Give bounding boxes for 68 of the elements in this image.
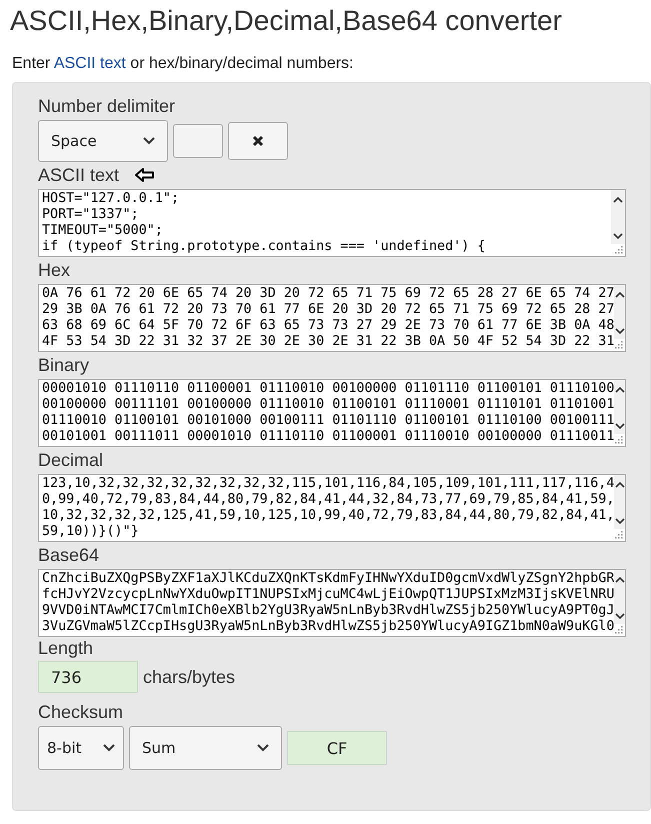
scroll-down-icon[interactable] — [613, 233, 623, 240]
text-area[interactable]: HOST="127.0.0.1"; PORT="1337"; TIMEOUT="5000"; if (typeof String.prototype.contains === 'undefined') { — [38, 189, 626, 257]
scroll-down-icon[interactable] — [614, 328, 625, 335]
field-label: Length — [38, 637, 94, 659]
text-line: if (typeof String.prototype.contains === 'undefined') { — [42, 239, 486, 255]
ascii-text-link[interactable]: ASCII text — [54, 55, 126, 72]
text-line: 0A 76 61 72 20 6E 65 74 20 3D 20 72 65 71 75 69 72 65 28 27 6E 65 74 27 — [42, 286, 614, 302]
scroll-down-icon[interactable] — [614, 613, 625, 620]
scroll-up-icon[interactable] — [614, 576, 625, 583]
bits-select[interactable]: 8-bit — [38, 726, 124, 770]
resize-grip-icon[interactable] — [614, 530, 623, 539]
chevron-down-icon — [103, 744, 115, 752]
text-line: fcHJvY2VzcycpLnNwYXduOwpIT1NUPSIxMjcuMC4wLjEiOwpQT1JUPSIxMzM3IjsKVElNRU — [42, 587, 614, 603]
text-line: TIMEOUT="5000"; — [42, 223, 164, 239]
text-line: 9VVD0iNTAwMCI7CmlmICh0eXBlb2YgU3RyaW5nLnByb3RvdHlwZS5jb250YWlucyA9PT0gJ — [42, 603, 614, 619]
text-area[interactable] — [38, 284, 626, 352]
text-line: 00100000 00111101 00100000 01110010 01100101 01110001 01110101 01101001 — [42, 397, 614, 413]
text-line: 00101001 00111011 00001010 01110110 01100001 01110010 00100000 01110011 — [42, 429, 614, 445]
text-line: 123,10,32,32,32,32,32,32,32,32,115,101,116,84,105,109,101,111,117,116,4 — [42, 476, 614, 492]
text-line: HOST="127.0.0.1"; — [42, 191, 180, 207]
scroll-up-icon[interactable] — [614, 291, 625, 298]
text-area[interactable] — [38, 379, 626, 447]
scroll-up-icon[interactable] — [613, 196, 623, 203]
text-line: 59,10))}()"} — [42, 524, 140, 540]
delimiter-select[interactable]: Space — [38, 120, 168, 162]
chevron-down-icon — [143, 137, 155, 145]
resize-grip-icon[interactable] — [614, 435, 623, 444]
text-line: 10,32,32,32,32,125,41,59,10,125,10,99,40,72,79,83,84,44,80,79,82,84,41, — [42, 508, 614, 524]
resize-grip-icon[interactable] — [614, 625, 623, 634]
text-line: CnZhciBuZXQgPSByZXF1aXJlKCduZXQnKTsKdmFyIHNwYXduID0gcmVxdWlyZSgnY2hpbGR — [42, 571, 614, 587]
text-line: 4F 53 54 3D 22 31 32 37 2E 30 2E 30 2E 31 22 3B 0A 50 4F 52 54 3D 22 31 — [42, 334, 614, 350]
scroll-up-icon[interactable] — [614, 481, 625, 488]
scroll-up-icon[interactable] — [614, 386, 625, 393]
length-output: 736 — [38, 661, 138, 693]
scroll-bar[interactable] — [614, 475, 625, 529]
text-line: 0,99,40,72,79,83,84,44,80,79,82,84,41,44,32,84,73,77,69,79,85,84,41,59, — [42, 492, 614, 508]
scroll-bar[interactable] — [614, 380, 625, 434]
resize-grip-icon[interactable] — [614, 340, 623, 349]
page-title: ASCII,Hex,Binary,Decimal,Base64 converter — [9, 4, 563, 38]
text-line: 63 68 69 6C 64 5F 70 72 6F 63 65 73 73 27 29 2E 73 70 61 77 6E 3B 0A 48 — [42, 318, 614, 334]
text-line: 3VuZGVmaW5lZCcpIHsgU3RyaW5nLnByb3RvdHlwZS5jb250YWlucyA9IGZ1bmN0aW9uKGl0 — [42, 619, 614, 635]
field-label: Checksum — [38, 701, 124, 723]
text-area[interactable] — [38, 474, 626, 542]
field-label: Decimal — [38, 449, 104, 471]
chevron-down-icon — [257, 744, 269, 752]
intro-text: Enter ASCII text or hex/binary/decimal numbers: — [12, 55, 354, 73]
field-label: Number delimiter — [38, 95, 176, 117]
text-line: 00001010 01110110 01100001 01110010 00100000 01101110 01100101 01110100 — [42, 381, 614, 397]
clear-button[interactable] — [228, 122, 288, 160]
field-label: ASCII text — [38, 164, 120, 186]
checksum-output: CF — [287, 731, 387, 765]
scroll-bar[interactable] — [614, 570, 625, 624]
resize-grip-icon[interactable] — [614, 245, 623, 254]
text-line: PORT="1337"; — [42, 207, 140, 223]
text-line: 29 3B 0A 76 61 72 20 73 70 61 77 6E 20 3D 20 72 65 71 75 69 72 65 28 27 — [42, 302, 614, 318]
scroll-bar[interactable] — [611, 190, 625, 244]
field-label: Base64 — [38, 544, 100, 566]
scroll-bar[interactable] — [614, 285, 625, 339]
scroll-down-icon[interactable] — [614, 518, 625, 525]
delimiter-input[interactable] — [173, 124, 223, 158]
unit-label: chars/bytes — [143, 666, 236, 688]
field-label: Hex — [38, 259, 70, 281]
method-select[interactable]: Sum — [129, 726, 282, 770]
text-line: 01110010 01100101 00101000 00100111 01101110 01100101 01110100 00100111 — [42, 413, 614, 429]
close-icon — [252, 135, 264, 147]
field-label: Binary — [38, 354, 90, 376]
text-area[interactable] — [38, 569, 626, 637]
scroll-down-icon[interactable] — [614, 423, 625, 430]
